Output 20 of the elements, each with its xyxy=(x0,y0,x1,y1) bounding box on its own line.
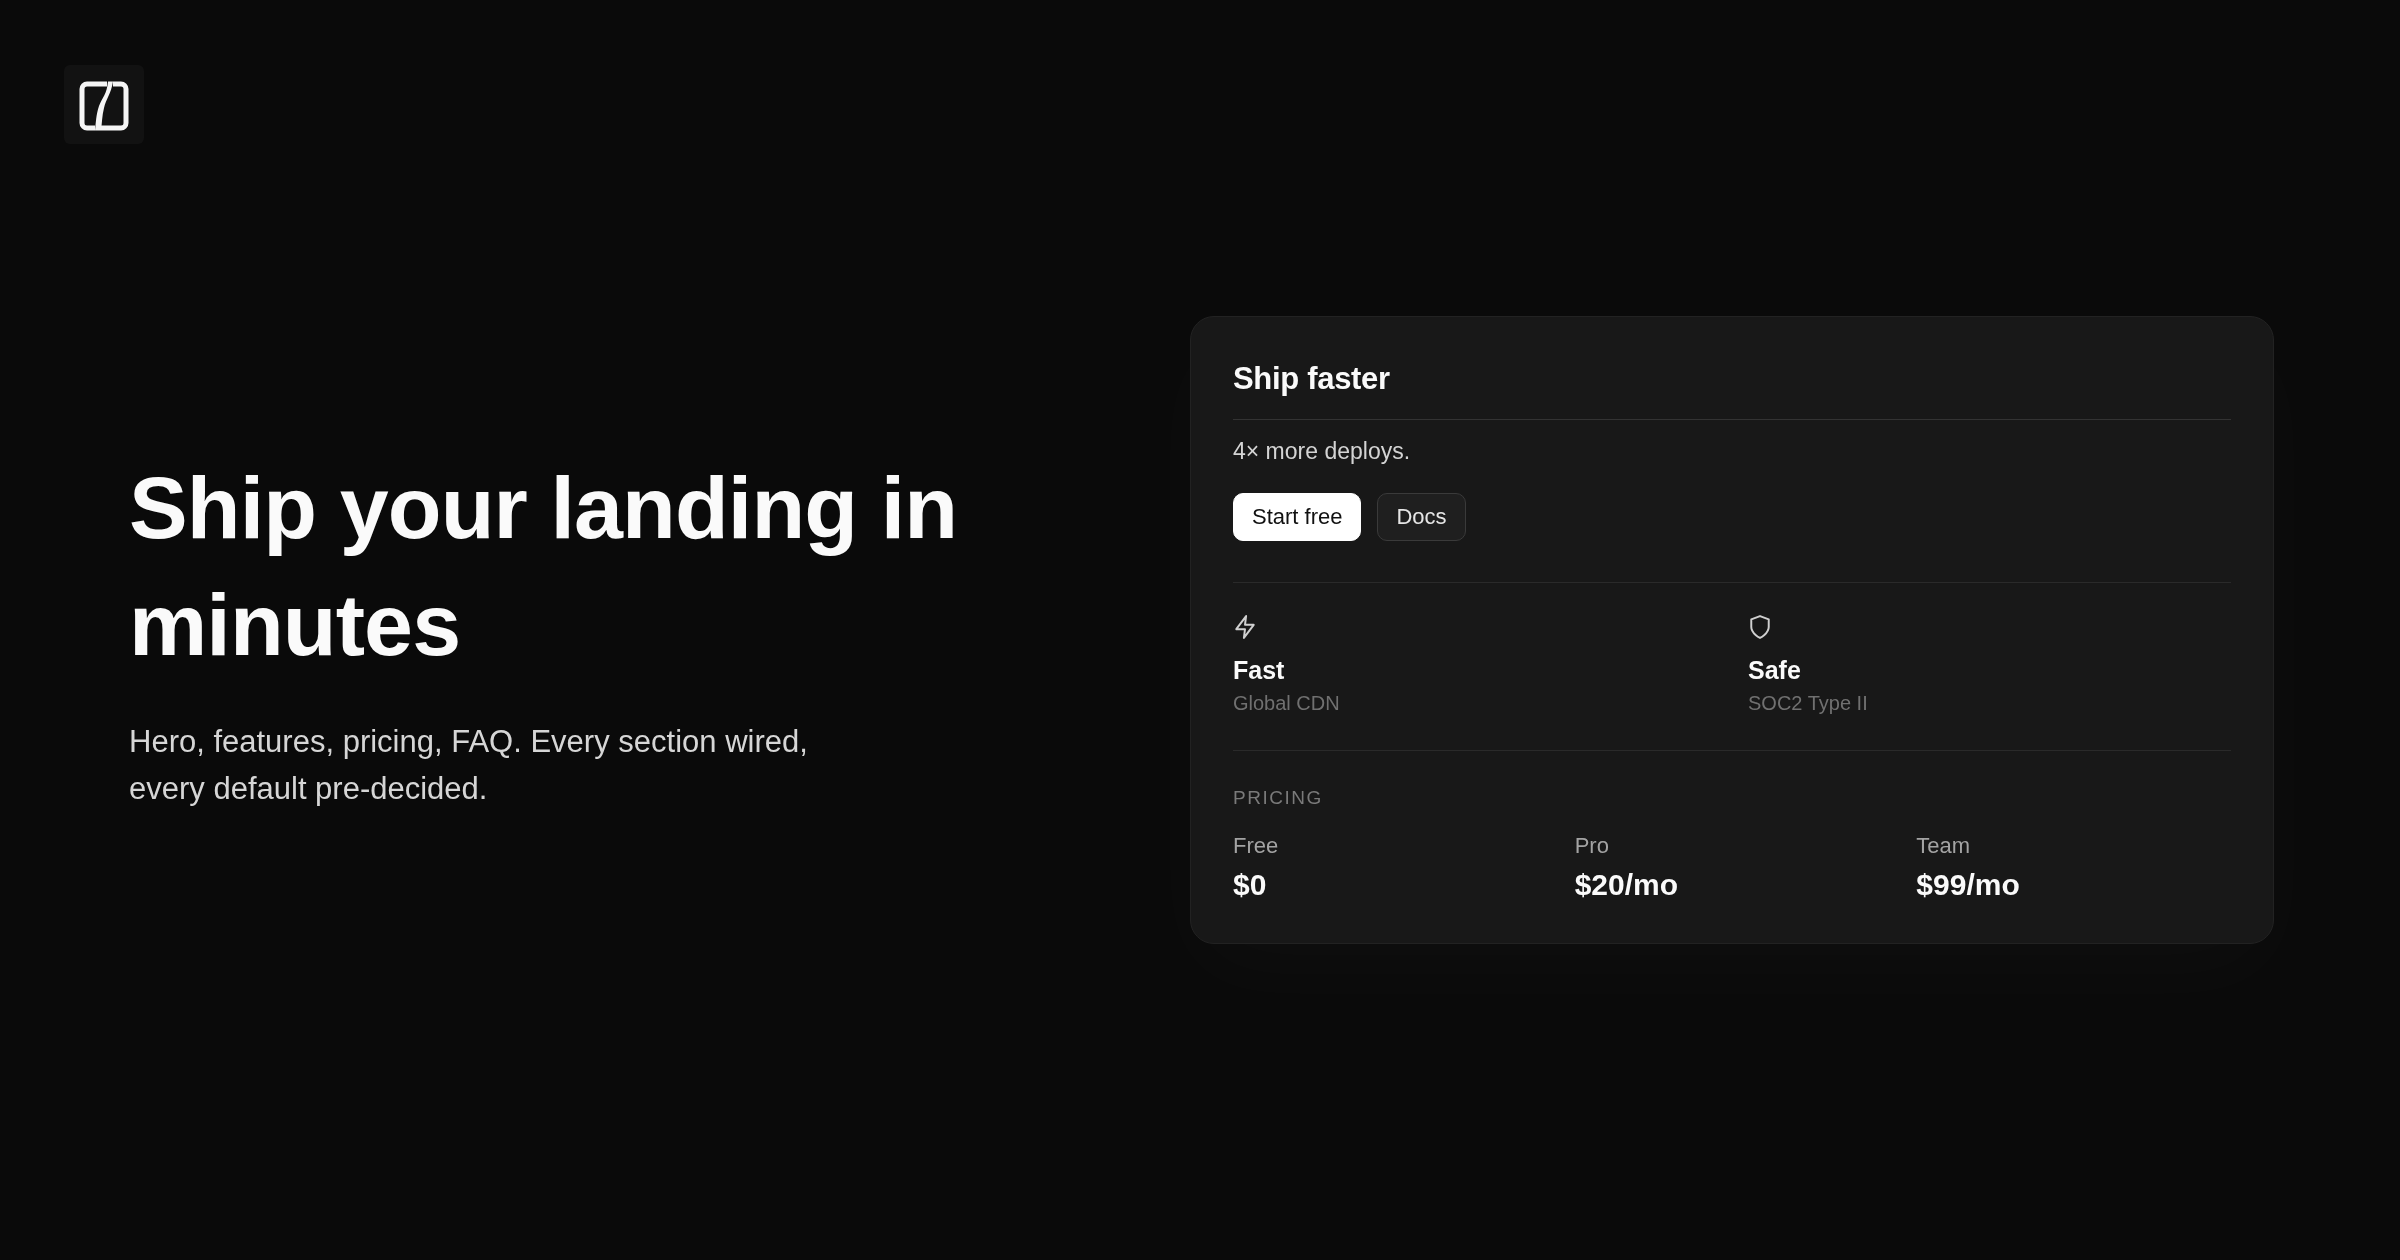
hero-description: Hero, features, pricing, FAQ. Every section wired, every default pre-decided. xyxy=(129,722,809,808)
start-button[interactable]: Start free xyxy=(1233,492,1362,541)
feature-title: Fast xyxy=(1233,654,1285,685)
plan-name: Team xyxy=(1916,831,1972,860)
docs-button[interactable]: Docs xyxy=(1377,492,1466,541)
feature-detail: Global CDN xyxy=(1233,690,1340,716)
plan-name: Pro xyxy=(1574,831,1610,860)
pricing-label: PRICING xyxy=(1233,786,1324,810)
plan-price: $99/mo xyxy=(1916,867,2021,904)
card-tagline: 4× more deploys. xyxy=(1233,436,1412,466)
plan-price: $20/mo xyxy=(1574,867,1680,904)
logo-icon xyxy=(64,65,144,144)
hero-heading: Ship your landing in minutes xyxy=(129,456,959,676)
plan-price: $0 xyxy=(1233,867,1268,904)
feature-title: Safe xyxy=(1748,654,1801,685)
feature-detail: SOC2 Type II xyxy=(1748,690,1868,716)
card-title: Ship faster xyxy=(1233,359,2231,420)
lightning-icon xyxy=(1233,614,1257,639)
shield-icon xyxy=(1748,614,1772,639)
plan-name: Free xyxy=(1233,831,1280,860)
